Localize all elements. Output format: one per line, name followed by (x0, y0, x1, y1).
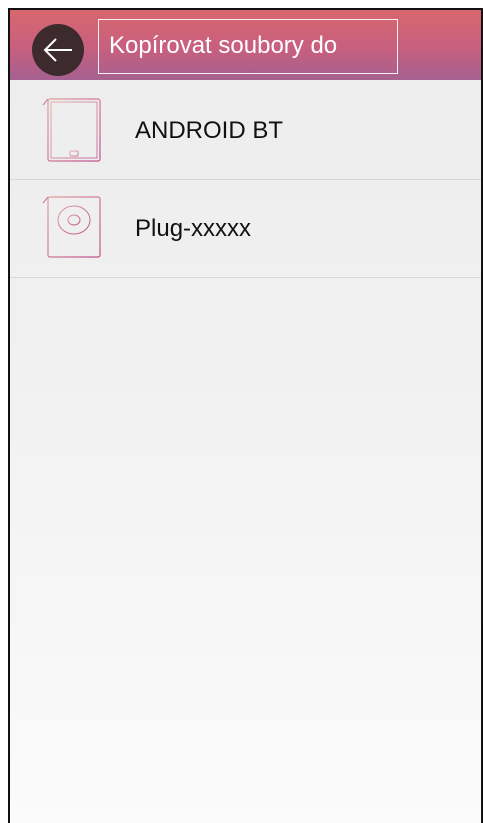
disk-drive-icon (42, 196, 101, 258)
device-label: Plug-xxxxx (135, 215, 252, 242)
back-button[interactable] (32, 24, 84, 76)
device-label: ANDROID BT (135, 117, 284, 144)
page-title: Kopírovat soubory do (109, 32, 338, 59)
screen: Kopírovat soubory do ANDROID BT Plug-xxx… (8, 8, 483, 823)
arrow-left-icon (43, 38, 72, 62)
list-item-plug[interactable]: Plug-xxxxx (10, 180, 481, 278)
title-box: Kopírovat soubory do (98, 19, 398, 74)
device-list: ANDROID BT Plug-xxxxx (10, 82, 481, 278)
tablet-icon (42, 98, 101, 162)
list-item-android-bt[interactable]: ANDROID BT (10, 82, 481, 180)
app-header: Kopírovat soubory do (10, 10, 481, 80)
